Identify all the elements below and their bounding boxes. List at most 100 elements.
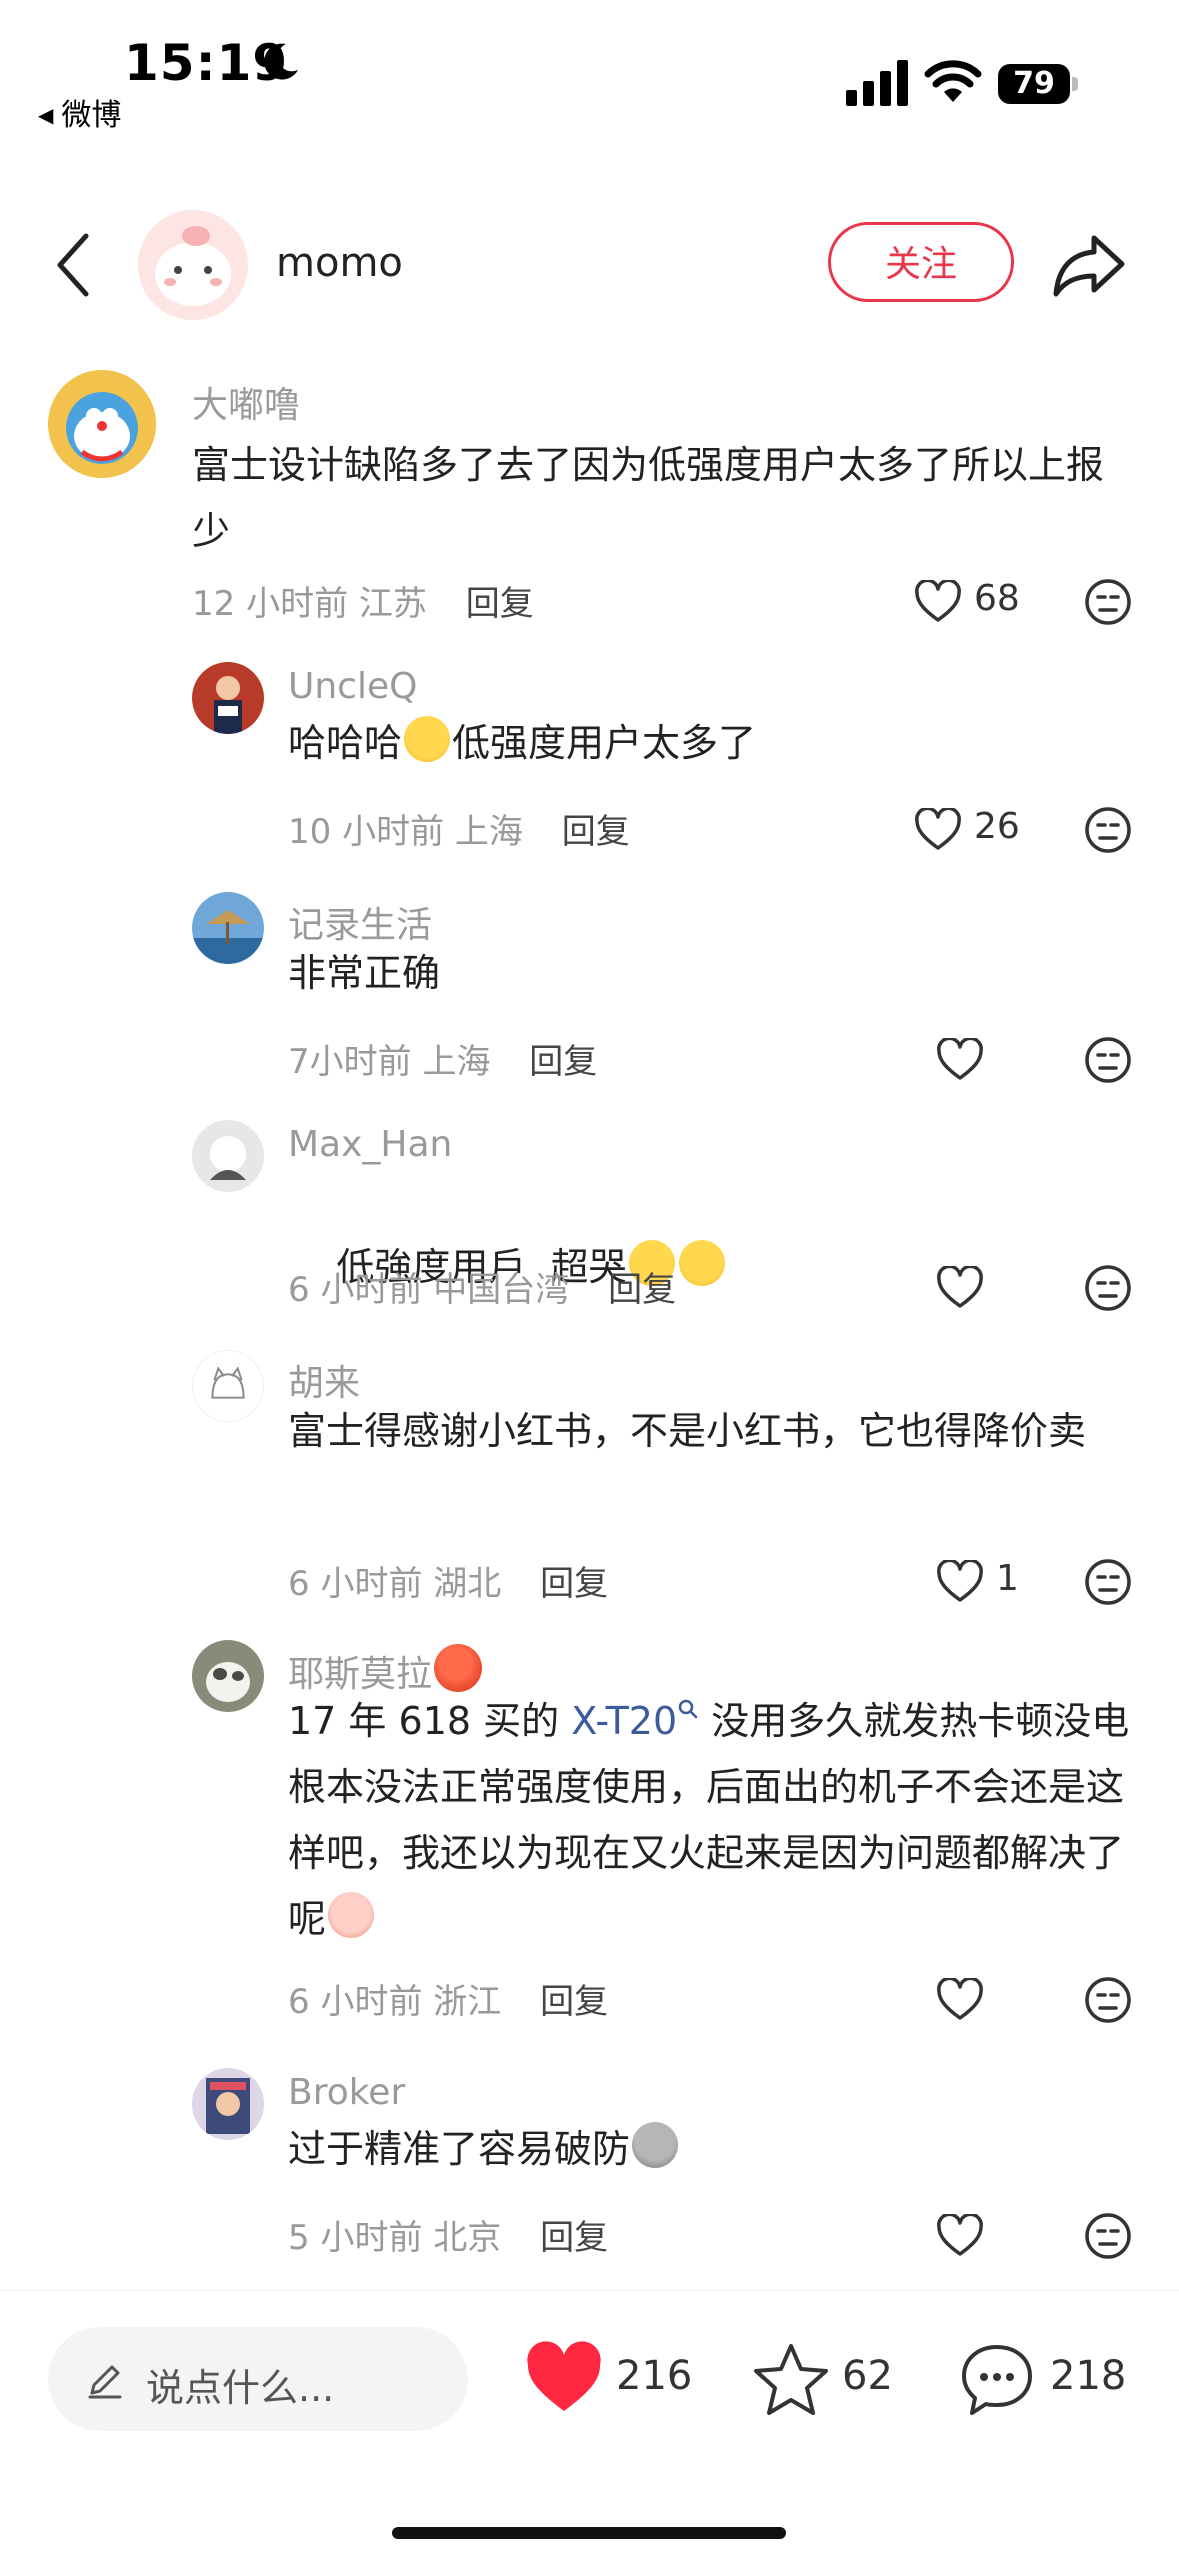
comment-meta: 6 小时前 中国台湾 回复	[288, 1262, 676, 1311]
commenter-name[interactable]: 大嘟噜	[192, 376, 300, 428]
like-button[interactable]	[936, 1034, 996, 1084]
reply-item: 胡来 富士得感谢小红书，不是小红书，它也得降价卖 6 小时前 湖北 回复 1	[0, 1350, 1179, 1610]
heart-outline-icon	[915, 808, 961, 850]
dislike-face-icon[interactable]	[1084, 1976, 1132, 2024]
reply-button[interactable]: 回复	[540, 2218, 608, 2258]
comment-text: 富士设计缺陷多了去了因为低强度用户太多了所以上报少	[192, 443, 1105, 553]
status-bar: 15:19 ◀ 微博 79	[0, 0, 1179, 140]
commenter-avatar-image	[192, 1120, 264, 1192]
comment-time: 6 小时前	[288, 1564, 423, 1604]
comment-meta: 5 小时前 北京 回复	[288, 2210, 608, 2259]
comment-text: 非常正确	[288, 951, 441, 995]
commenter-avatar[interactable]	[192, 1350, 264, 1422]
back-app-label: 微博	[61, 98, 122, 133]
comment-time: 6 小时前	[288, 1982, 423, 2022]
commenter-avatar[interactable]	[192, 1640, 264, 1712]
comment-text-part: 低强度用户太多了	[452, 721, 757, 765]
post-like-count: 216	[616, 2353, 693, 2399]
search-icon	[678, 1699, 698, 1719]
comment-location: 上海	[454, 812, 523, 852]
comment-text-part: 哈哈哈	[288, 721, 403, 765]
reply-button[interactable]: 回复	[529, 1042, 597, 1082]
comment-meta: 6 小时前 湖北 回复	[288, 1556, 608, 1605]
pencil-icon	[88, 2365, 122, 2399]
comment-text-part: 17 年 618 买的	[288, 1699, 572, 1743]
moon-icon	[264, 43, 298, 80]
like-button[interactable]	[936, 2210, 996, 2260]
reply-item: Broker 过于精准了容易破防 5 小时前 北京 回复	[0, 2068, 1179, 2268]
post-header: momo 关注	[0, 200, 1179, 330]
comment-text: 17 年 618 买的 X-T20 没用多久就发热卡顿没电根本没法正常强度使用，…	[288, 1688, 1133, 1952]
comment-meta: 12 小时前 江苏 回复	[192, 576, 534, 625]
commenter-name[interactable]: UncleQ	[288, 666, 417, 707]
reply-button[interactable]: 回复	[608, 1270, 676, 1310]
commenter-avatar[interactable]	[48, 370, 156, 478]
back-arrow-icon[interactable]	[52, 230, 96, 300]
like-button[interactable]: 1	[936, 1556, 1036, 1606]
favorite-count: 62	[842, 2353, 893, 2399]
comment-input[interactable]: 说点什么...	[48, 2327, 468, 2431]
reply-item: 记录生活 非常正确 7小时前 上海 回复	[0, 892, 1179, 1092]
home-indicator[interactable]	[392, 2527, 786, 2539]
comment-location: 中国台湾	[433, 1270, 570, 1310]
commenter-avatar[interactable]	[192, 2068, 264, 2140]
reply-button[interactable]: 回复	[562, 812, 630, 852]
back-triangle-icon: ◀	[38, 103, 54, 127]
comment-count: 218	[1050, 2353, 1127, 2399]
dislike-face-icon[interactable]	[1084, 2212, 1132, 2260]
commenter-avatar[interactable]	[192, 1120, 264, 1192]
author-avatar-image	[138, 210, 248, 320]
comment-text: 过于精准了容易破防	[288, 2116, 1128, 2182]
bottom-action-bar: 说点什么... 216 62 218	[0, 2290, 1179, 2471]
commenter-avatar-image	[193, 1351, 263, 1421]
commenter-avatar[interactable]	[192, 892, 264, 964]
reply-item: Max_Han 低強度用戶 超哭 6 小时前 中国台湾 回复	[0, 1120, 1179, 1320]
reply-button[interactable]: 回复	[540, 1982, 608, 2022]
tomato-emoji-icon	[434, 1644, 483, 1692]
dislike-face-icon[interactable]	[1084, 1264, 1132, 1312]
follow-button[interactable]: 关注	[828, 222, 1014, 302]
like-button[interactable]	[936, 1974, 996, 2024]
heart-outline-icon	[915, 580, 961, 622]
battery-tip	[1072, 77, 1078, 91]
reply-button[interactable]: 回复	[540, 1564, 608, 1604]
like-button[interactable]	[936, 1262, 996, 1312]
like-post-button[interactable]: 216	[524, 2341, 694, 2421]
commenter-avatar-image	[192, 2068, 264, 2140]
comment-time: 12 小时前	[192, 584, 349, 624]
like-button[interactable]: 68	[914, 576, 1044, 626]
heart-outline-icon	[937, 2214, 983, 2256]
dislike-face-icon[interactable]	[1084, 578, 1132, 626]
dislike-face-icon[interactable]	[1084, 1558, 1132, 1606]
reply-button[interactable]: 回复	[466, 584, 534, 624]
favorite-button[interactable]: 62	[752, 2341, 902, 2421]
heart-outline-icon	[937, 1266, 983, 1308]
comment-meta: 10 小时前 上海 回复	[288, 804, 630, 853]
comment-location: 湖北	[433, 1564, 502, 1604]
product-link[interactable]: X-T20	[571, 1699, 699, 1743]
comment-location: 江苏	[358, 584, 427, 624]
heart-outline-icon	[937, 1560, 983, 1602]
comment-meta: 6 小时前 浙江 回复	[288, 1974, 608, 2023]
reply-item: 耶斯莫拉 17 年 618 买的 X-T20 没用多久就发热卡顿没电根本没法正常…	[0, 1640, 1179, 2040]
dislike-face-icon[interactable]	[1084, 806, 1132, 854]
back-to-app-link[interactable]: ◀ 微博	[38, 90, 121, 134]
commenter-avatar-image	[192, 662, 264, 734]
star-outline-icon	[754, 2344, 828, 2415]
share-icon[interactable]	[1052, 230, 1128, 300]
comments-button[interactable]: 218	[958, 2341, 1128, 2421]
commenter-name[interactable]: Max_Han	[288, 1124, 452, 1165]
author-name[interactable]: momo	[276, 240, 403, 286]
like-button[interactable]: 26	[914, 804, 1044, 854]
commenter-name[interactable]: Broker	[288, 2072, 405, 2113]
commenter-avatar[interactable]	[192, 662, 264, 734]
dislike-face-icon[interactable]	[1084, 1036, 1132, 1084]
heart-outline-icon	[937, 1038, 983, 1080]
commenter-avatar-image	[192, 1640, 264, 1712]
battery-level: 79	[998, 64, 1070, 104]
comment-item: 大嘟噜 富士设计缺陷多了去了因为低强度用户太多了所以上报少 12 小时前 江苏 …	[0, 370, 1179, 630]
product-link-text: X-T20	[571, 1699, 678, 1743]
author-avatar[interactable]	[138, 210, 248, 320]
comment-location: 北京	[433, 2218, 502, 2258]
comment-text-part: 过于精准了容易破防	[288, 2127, 631, 2171]
